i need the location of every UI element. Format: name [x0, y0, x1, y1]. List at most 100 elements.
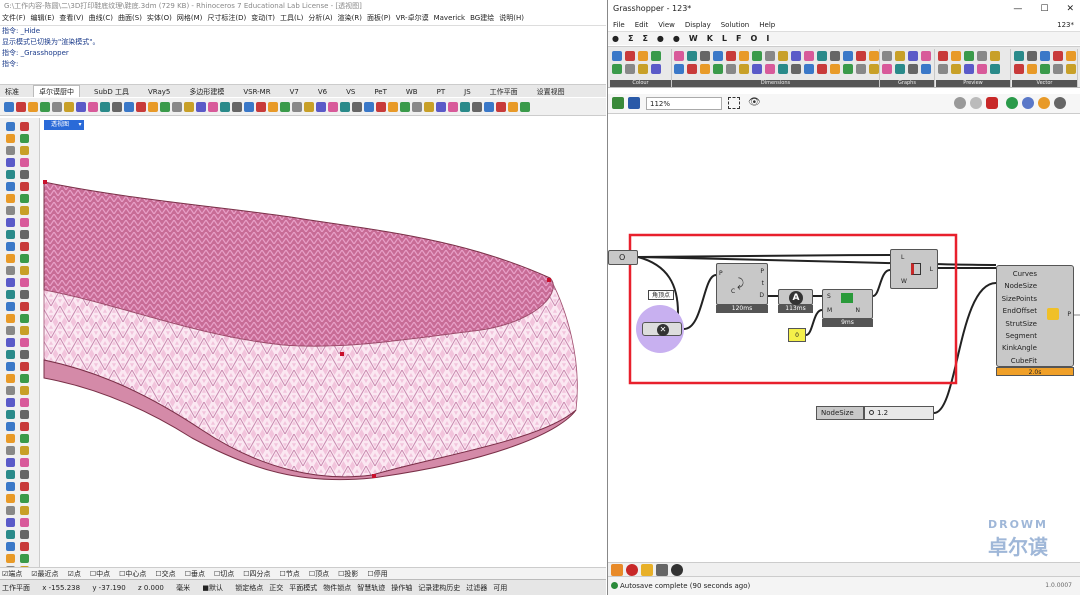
- component-icon[interactable]: [804, 64, 814, 74]
- status-layer[interactable]: ■默认: [202, 584, 223, 592]
- component-icon[interactable]: [765, 51, 775, 61]
- tool-icon[interactable]: [20, 482, 29, 491]
- menu-item[interactable]: Maverick: [434, 14, 466, 22]
- tool-icon[interactable]: [448, 101, 458, 112]
- gh-canvas[interactable]: O 角顶点 ✕ P C P t D ⤸ 120ms A 113ms 0 S M …: [608, 115, 1080, 560]
- tool-icon[interactable]: [484, 101, 494, 112]
- tool-icon[interactable]: [16, 101, 26, 112]
- component-icon[interactable]: [964, 64, 974, 74]
- open-file-icon[interactable]: [612, 97, 624, 109]
- curve-closest-point-component[interactable]: P C P t D ⤸: [716, 263, 768, 305]
- tool-icon[interactable]: [304, 101, 314, 112]
- component-icon[interactable]: [856, 64, 866, 74]
- toolbar-tab[interactable]: 工作平面: [485, 86, 523, 97]
- toolbar-tab[interactable]: 多边形建模: [184, 86, 229, 97]
- osnap-checkbox[interactable]: ☐垂点: [185, 570, 205, 578]
- tool-icon[interactable]: [20, 374, 29, 383]
- menu-item[interactable]: Display: [685, 21, 711, 29]
- minimize-button[interactable]: —: [1013, 0, 1022, 18]
- list-item-component[interactable]: S M N: [822, 289, 873, 319]
- sphere-icon[interactable]: [1022, 97, 1034, 109]
- status-toggle[interactable]: 智慧轨迹: [357, 584, 385, 592]
- status-toggle[interactable]: 物件锁点: [323, 584, 351, 592]
- toolbar-tab[interactable]: PeT: [369, 86, 392, 97]
- tool-icon[interactable]: [20, 458, 29, 467]
- component-icon[interactable]: [843, 64, 853, 74]
- tool-icon[interactable]: [6, 278, 15, 287]
- tool-icon[interactable]: [292, 101, 302, 112]
- tool-icon[interactable]: [280, 101, 290, 112]
- sketch-icon[interactable]: [671, 564, 683, 576]
- sort-component[interactable]: A: [778, 289, 813, 305]
- component-icon[interactable]: [990, 51, 1000, 61]
- component-icon[interactable]: [739, 64, 749, 74]
- number-slider[interactable]: 0: [788, 328, 806, 342]
- component-icon[interactable]: [951, 51, 961, 61]
- menu-item[interactable]: 说明(H): [499, 14, 524, 22]
- tool-icon[interactable]: [172, 101, 182, 112]
- bake-icon[interactable]: [626, 564, 638, 576]
- perspective-viewport[interactable]: [42, 130, 606, 578]
- tool-icon[interactable]: [20, 530, 29, 539]
- component-icon[interactable]: [612, 51, 622, 61]
- tool-icon[interactable]: [6, 266, 15, 275]
- tool-icon[interactable]: [20, 254, 29, 263]
- tool-icon[interactable]: [20, 242, 29, 251]
- tool-icon[interactable]: [100, 101, 110, 112]
- tool-icon[interactable]: [20, 206, 29, 215]
- tool-icon[interactable]: [472, 101, 482, 112]
- component-icon[interactable]: [687, 51, 697, 61]
- component-icon[interactable]: [651, 64, 661, 74]
- component-icon[interactable]: [830, 64, 840, 74]
- menu-item[interactable]: 实体(O): [147, 14, 172, 22]
- osnap-checkbox[interactable]: ☐投影: [338, 570, 358, 578]
- tool-icon[interactable]: [388, 101, 398, 112]
- component-icon[interactable]: [977, 64, 987, 74]
- tool-icon[interactable]: [196, 101, 206, 112]
- component-icon[interactable]: [625, 64, 635, 74]
- status-toggle[interactable]: 平面模式: [289, 584, 317, 592]
- component-tab[interactable]: K: [707, 34, 713, 43]
- osnap-checkbox[interactable]: ☐中心点: [119, 570, 146, 578]
- tool-icon[interactable]: [20, 470, 29, 479]
- status-toggle[interactable]: 过滤器: [466, 584, 487, 592]
- component-icon[interactable]: [869, 51, 879, 61]
- component-icon[interactable]: [752, 51, 762, 61]
- tool-icon[interactable]: [6, 518, 15, 527]
- menu-item[interactable]: 文件(F): [2, 14, 26, 22]
- menu-item[interactable]: 面板(P): [367, 14, 391, 22]
- preview-mode-icon[interactable]: [954, 97, 966, 109]
- component-icon[interactable]: [778, 64, 788, 74]
- tool-icon[interactable]: [6, 122, 15, 131]
- tool-icon[interactable]: [6, 182, 15, 191]
- curve-input-param[interactable]: O: [608, 250, 638, 265]
- component-icon[interactable]: [817, 64, 827, 74]
- tool-icon[interactable]: [6, 206, 15, 215]
- component-icon[interactable]: [612, 64, 622, 74]
- toolbar-tab[interactable]: PT: [432, 86, 451, 97]
- toolbar-tab[interactable]: 设置视图: [532, 86, 570, 97]
- component-icon[interactable]: [964, 51, 974, 61]
- tool-icon[interactable]: [352, 101, 362, 112]
- tool-icon[interactable]: [460, 101, 470, 112]
- tool-icon[interactable]: [20, 218, 29, 227]
- toolbar-tab[interactable]: V6: [313, 86, 332, 97]
- tool-icon[interactable]: [6, 542, 15, 551]
- tool-icon[interactable]: [64, 101, 74, 112]
- nodesize-slider[interactable]: 1.2: [864, 406, 934, 420]
- tool-icon[interactable]: [520, 101, 530, 112]
- component-tab[interactable]: ●: [657, 34, 664, 43]
- tool-icon[interactable]: [508, 101, 518, 112]
- tool-icon[interactable]: [6, 446, 15, 455]
- tool-icon[interactable]: [160, 101, 170, 112]
- nodesize-label[interactable]: NodeSize: [816, 406, 864, 420]
- sun-icon[interactable]: [1038, 97, 1050, 109]
- tool-icon[interactable]: [20, 170, 29, 179]
- component-tab[interactable]: Σ: [642, 34, 647, 43]
- menu-item[interactable]: 曲面(S): [118, 14, 142, 22]
- tool-icon[interactable]: [6, 290, 15, 299]
- monitor-icon[interactable]: [656, 564, 668, 576]
- tool-icon[interactable]: [28, 101, 38, 112]
- component-icon[interactable]: [908, 64, 918, 74]
- tool-icon[interactable]: [364, 101, 374, 112]
